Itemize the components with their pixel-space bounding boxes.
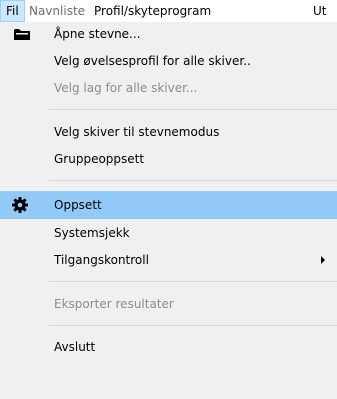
menu-separator (49, 109, 337, 110)
menu-item-label: Systemsjekk (54, 226, 130, 240)
menu-item-label: Velg skiver til stevnemodus (54, 125, 220, 139)
menu-item-select-exercise-profile[interactable]: Velg øvelsesprofil for alle skiver.. (0, 50, 337, 72)
menu-item-label: Velg øvelsesprofil for alle skiver.. (54, 54, 251, 68)
submenu-arrow-icon (321, 256, 325, 264)
menu-item-access-control[interactable]: Tilgangskontroll (0, 249, 337, 271)
menu-item-select-targets-event-mode[interactable]: Velg skiver til stevnemodus (0, 121, 337, 143)
gear-icon (12, 197, 28, 213)
menu-separator (49, 180, 337, 181)
menu-item-label: Avslutt (54, 340, 96, 354)
folder-icon (14, 29, 30, 40)
menu-navnliste[interactable]: Navnliste (24, 0, 90, 22)
menu-item-settings[interactable]: Oppsett (0, 191, 337, 219)
menu-separator (49, 325, 337, 326)
menu-item-select-teams: Velg lag for alle skiver... (0, 77, 337, 99)
menu-separator (49, 281, 337, 282)
menu-item-open-event[interactable]: Åpne stevne... (0, 23, 337, 45)
menu-item-label: Tilgangskontroll (54, 253, 149, 267)
menu-item-export-results: Eksporter resultater (0, 293, 337, 315)
menu-item-exit[interactable]: Avslutt (0, 336, 337, 358)
menu-bar: Fil Navnliste Profil/skyteprogram Ut (0, 0, 337, 22)
menu-file[interactable]: Fil (0, 0, 25, 22)
menu-ut[interactable]: Ut (308, 0, 332, 22)
menu-item-label: Eksporter resultater (54, 297, 174, 311)
menu-profil-skyteprogram[interactable]: Profil/skyteprogram (89, 0, 216, 22)
file-menu-dropdown: Åpne stevne... Velg øvelsesprofil for al… (0, 22, 337, 399)
menu-item-label: Velg lag for alle skiver... (54, 81, 198, 95)
menu-item-label: Gruppeoppsett (54, 152, 145, 166)
menu-item-system-check[interactable]: Systemsjekk (0, 222, 337, 244)
menu-item-label: Åpne stevne... (54, 27, 141, 41)
menu-item-label: Oppsett (54, 198, 102, 212)
menu-item-group-setup[interactable]: Gruppeoppsett (0, 148, 337, 170)
